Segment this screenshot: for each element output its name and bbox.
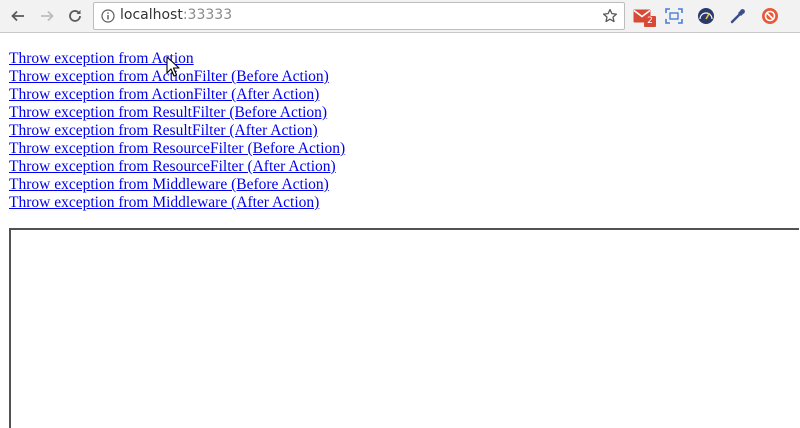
speed-gauge-icon	[698, 8, 714, 24]
page-content: Throw exception from Action Throw except…	[0, 33, 800, 428]
forward-arrow-icon	[41, 10, 54, 22]
throw-exception-link[interactable]: Throw exception from ResourceFilter (Aft…	[9, 158, 336, 175]
address-bar[interactable]: localhost:33333	[93, 2, 625, 30]
list-item: Throw exception from ResultFilter (Befor…	[9, 104, 345, 122]
list-item: Throw exception from ResourceFilter (Aft…	[9, 158, 345, 176]
back-button[interactable]	[7, 5, 29, 27]
throw-exception-link[interactable]: Throw exception from Middleware (Before …	[9, 176, 329, 193]
list-item: Throw exception from ResultFilter (After…	[9, 122, 345, 140]
throw-exception-link[interactable]: Throw exception from ActionFilter (After…	[9, 86, 319, 103]
speed-extension-button[interactable]	[696, 6, 716, 26]
forward-button[interactable]	[36, 5, 58, 27]
throw-exception-link[interactable]: Throw exception from ResultFilter (Befor…	[9, 104, 327, 121]
url-host: localhost	[120, 7, 183, 23]
back-arrow-icon	[11, 10, 24, 22]
info-icon[interactable]	[101, 9, 115, 23]
url-port: :33333	[182, 7, 233, 23]
list-item: Throw exception from ResourceFilter (Bef…	[9, 140, 345, 158]
color-picker-extension-button[interactable]	[728, 6, 748, 26]
gmail-extension-button[interactable]: 2	[632, 6, 656, 27]
throw-exception-link[interactable]: Throw exception from ResourceFilter (Bef…	[9, 140, 345, 157]
reload-button[interactable]	[64, 5, 86, 27]
screenshot-extension-button[interactable]	[664, 6, 684, 26]
throw-exception-link[interactable]: Throw exception from ResultFilter (After…	[9, 122, 318, 139]
throw-exception-link[interactable]: Throw exception from Middleware (After A…	[9, 194, 319, 211]
notification-badge: 2	[644, 16, 656, 27]
bookmark-star-icon[interactable]	[602, 8, 618, 24]
stop-extension-button[interactable]	[760, 6, 780, 26]
reload-icon	[69, 10, 81, 22]
screenshot-icon	[665, 8, 683, 24]
list-item: Throw exception from Middleware (After A…	[9, 194, 345, 212]
result-iframe[interactable]	[9, 228, 799, 428]
stop-icon	[762, 8, 778, 24]
url-text: localhost:33333	[120, 7, 232, 23]
browser-toolbar: localhost:33333 2	[0, 0, 800, 33]
list-item: Throw exception from Middleware (Before …	[9, 176, 345, 194]
list-item: Throw exception from ActionFilter (After…	[9, 86, 345, 104]
color-picker-icon	[730, 9, 745, 24]
mouse-cursor-icon	[166, 56, 180, 77]
